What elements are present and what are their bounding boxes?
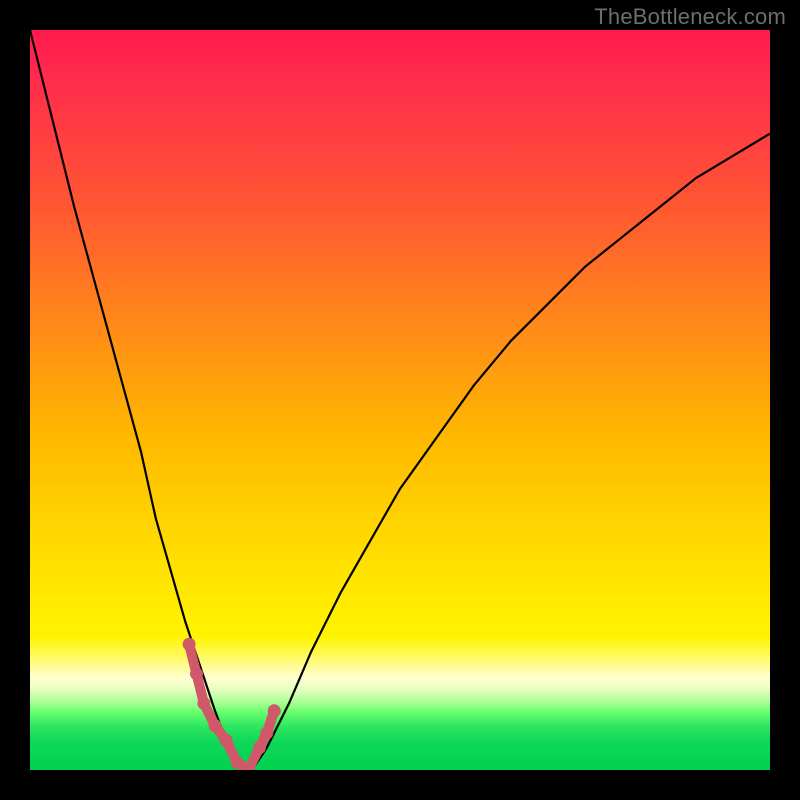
valley-dot — [183, 638, 196, 651]
valley-dot — [209, 719, 222, 732]
curve-path — [30, 30, 770, 770]
watermark-text: TheBottleneck.com — [594, 4, 786, 30]
valley-dot — [260, 727, 273, 740]
valley-dot — [197, 697, 210, 710]
valley-dot — [190, 667, 203, 680]
chart-frame: TheBottleneck.com — [0, 0, 800, 800]
valley-dot — [253, 741, 266, 754]
valley-dot — [231, 756, 244, 769]
plot-area — [30, 30, 770, 770]
bottleneck-curve — [30, 30, 770, 770]
valley-dot — [220, 734, 233, 747]
valley-dot — [268, 704, 281, 717]
